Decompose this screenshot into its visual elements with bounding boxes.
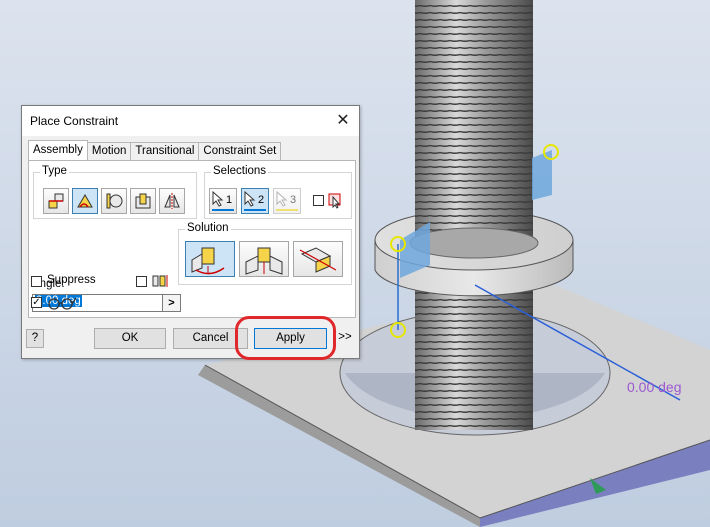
limits-icon [152, 275, 168, 287]
more-button[interactable]: >> [335, 328, 355, 349]
close-button[interactable]: ✕ [331, 110, 355, 132]
type-group-label: Type [40, 165, 69, 177]
apply-highlight-ring [235, 316, 336, 360]
selections-group: Selections 1 2 3 [204, 165, 352, 219]
explicit-reference-vector-button[interactable] [293, 241, 343, 277]
first-selection-icon [328, 193, 341, 209]
suppress-label: Suppress [47, 274, 96, 286]
selections-group-label: Selections [211, 165, 269, 177]
mate-icon [48, 193, 64, 209]
selection-2-button[interactable]: 2 [241, 188, 269, 214]
help-button[interactable]: ? [26, 329, 44, 348]
selection-1-number: 1 [226, 194, 233, 206]
selection-3-number: 3 [290, 194, 297, 206]
angle-icon [77, 194, 93, 208]
tab-transitional[interactable]: Transitional [130, 142, 200, 160]
arrow-cursor-icon [212, 191, 224, 207]
insert-icon [135, 193, 151, 209]
directed-angle-icon [191, 247, 225, 275]
dialog-titlebar[interactable]: Place Constraint ✕ [22, 106, 359, 136]
selection-2-number: 2 [258, 194, 265, 206]
limits-checkbox[interactable] [136, 276, 147, 287]
selection-3-button[interactable]: 3 [273, 188, 301, 214]
ok-button[interactable]: OK [94, 328, 166, 349]
arrow-cursor-icon [244, 191, 256, 207]
insert-button[interactable] [130, 188, 156, 214]
symmetry-button[interactable] [159, 188, 185, 214]
preview-checkbox[interactable]: ✓ [31, 297, 42, 308]
selection-1-button[interactable]: 1 [209, 188, 237, 214]
mate-button[interactable] [43, 188, 69, 214]
glasses-icon [48, 297, 77, 310]
angle-button[interactable] [72, 188, 98, 214]
tab-assembly[interactable]: Assembly [28, 140, 88, 160]
tangent-button[interactable] [101, 188, 127, 214]
symmetry-icon [164, 193, 180, 209]
tab-motion[interactable]: Motion [86, 142, 132, 160]
undirected-angle-icon [245, 247, 283, 275]
solution-box: Solution [178, 222, 352, 285]
explicit-reference-vector-icon [299, 247, 337, 273]
solution-group-label: Solution [185, 222, 231, 234]
suppress-checkbox[interactable] [31, 276, 42, 287]
dialog-title: Place Constraint [30, 114, 119, 128]
directed-angle-button[interactable] [185, 241, 235, 277]
tangent-icon [106, 193, 123, 209]
arrow-cursor-icon [276, 191, 288, 207]
type-group: Type [33, 165, 197, 219]
tab-strip: Assembly Motion Transitional Constraint … [28, 140, 282, 160]
first-selection-checkbox[interactable] [313, 195, 324, 206]
angle-flyout-button[interactable]: > [163, 294, 181, 312]
angle-readout: 0.00 deg [627, 379, 682, 395]
tab-constraint-set[interactable]: Constraint Set [198, 142, 282, 160]
undirected-angle-button[interactable] [239, 241, 289, 277]
